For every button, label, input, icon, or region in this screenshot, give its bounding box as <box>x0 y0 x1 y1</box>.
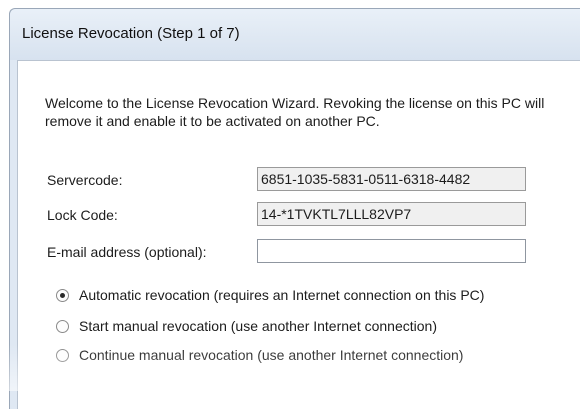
window-title: License Revocation (Step 1 of 7) <box>22 25 240 42</box>
radio-button[interactable] <box>56 319 69 333</box>
email-label: E-mail address (optional): <box>47 244 207 260</box>
option-start-manual-revocation[interactable]: Start manual revocation (use another Int… <box>56 316 437 336</box>
servercode-label: Servercode: <box>47 172 123 188</box>
servercode-field[interactable]: 6851-1035-5831-0511-6318-4482 <box>257 167 526 191</box>
option-label: Continue manual revocation (use another … <box>79 347 464 363</box>
email-field[interactable] <box>257 239 526 263</box>
option-label: Automatic revocation (requires an Intern… <box>79 287 485 303</box>
radio-button-selected[interactable] <box>56 288 69 302</box>
intro-text: Welcome to the License Revocation Wizard… <box>45 95 545 129</box>
title-bar[interactable]: License Revocation (Step 1 of 7) <box>10 9 580 60</box>
lock-code-label: Lock Code: <box>47 207 118 223</box>
lock-code-field[interactable]: 14-*1TVKTL7LLL82VP7 <box>257 202 526 226</box>
option-label: Start manual revocation (use another Int… <box>79 318 437 334</box>
option-continue-manual-revocation[interactable]: Continue manual revocation (use another … <box>56 345 463 365</box>
option-automatic-revocation[interactable]: Automatic revocation (requires an Intern… <box>56 285 484 305</box>
radio-button[interactable] <box>56 348 69 362</box>
